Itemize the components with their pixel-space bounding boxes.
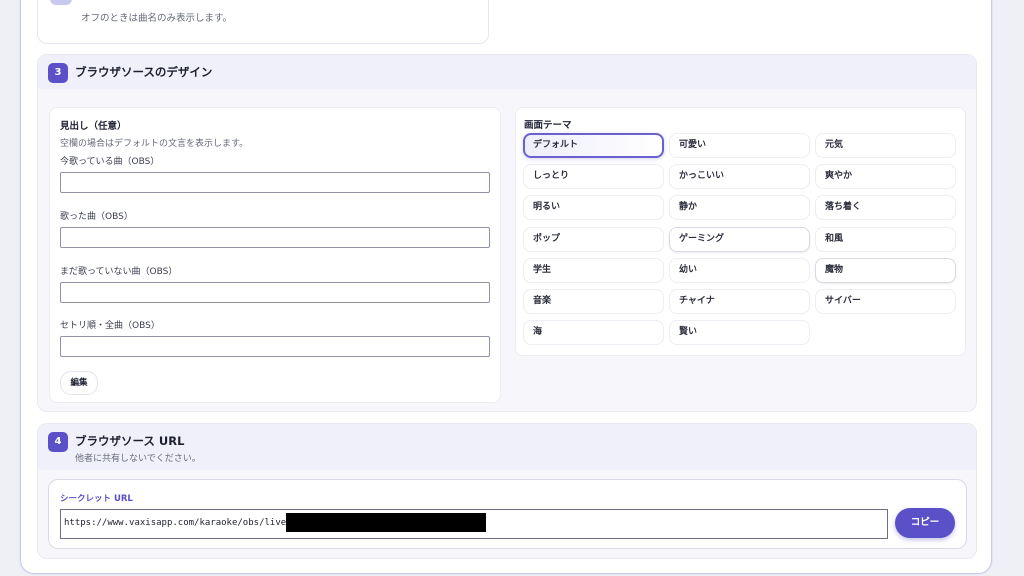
theme-option-young[interactable]: 幼い xyxy=(669,258,810,283)
field-label-sung: 歌った曲（OBS） xyxy=(60,212,133,222)
theme-option-cyber[interactable]: サイバー xyxy=(815,289,956,314)
theme-option-cute[interactable]: 可愛い xyxy=(669,133,810,158)
secret-url-text: https://www.vaxisapp.com/karaoke/obs/liv… xyxy=(64,518,292,528)
theme-option-gaming[interactable]: ゲーミング xyxy=(669,227,810,252)
theme-option-quiet[interactable]: 静か xyxy=(669,195,810,220)
not-yet-sung-input[interactable] xyxy=(60,282,490,303)
sung-input[interactable] xyxy=(60,227,490,248)
theme-option-bright[interactable]: 明るい xyxy=(523,195,664,220)
section-title: ブラウザソースのデザイン xyxy=(75,65,213,79)
section-header: 4 ブラウザソース URL 他者に共有しないでください。 xyxy=(38,424,976,470)
section-number-badge: 4 xyxy=(48,432,68,452)
headings-subtitle: 空欄の場合はデフォルトの文言を表示します。 xyxy=(60,139,249,149)
secret-url-card: シークレット URL https://www.vaxisapp.com/kara… xyxy=(48,479,967,549)
theme-title: 画面テーマ xyxy=(524,120,572,131)
field-label-now-singing: 今歌っている曲（OBS） xyxy=(60,157,160,167)
previous-setting-note: オフのときは曲名のみ表示します。 xyxy=(81,13,233,24)
setlist-all-input[interactable] xyxy=(60,336,490,357)
theme-option-relaxed[interactable]: 落ち着く xyxy=(815,195,956,220)
theme-option-sea[interactable]: 海 xyxy=(523,320,664,345)
theme-option-energetic[interactable]: 元気 xyxy=(815,133,956,158)
theme-option-monster[interactable]: 魔物 xyxy=(815,258,956,283)
section-header: 3 ブラウザソースのデザイン xyxy=(38,55,976,89)
theme-option-smart[interactable]: 賢い xyxy=(669,320,810,345)
theme-option-default[interactable]: デフォルト xyxy=(523,133,664,158)
theme-option-cool[interactable]: かっこいい xyxy=(669,164,810,189)
now-singing-input[interactable] xyxy=(60,172,490,193)
theme-card: 画面テーマ デフォルト 可愛い 元気 しっとり かっこいい 爽やか 明るい 静か… xyxy=(515,107,966,356)
theme-option-calm[interactable]: しっとり xyxy=(523,164,664,189)
secret-url-field[interactable]: https://www.vaxisapp.com/karaoke/obs/liv… xyxy=(60,509,888,539)
theme-option-japanese[interactable]: 和風 xyxy=(815,227,956,252)
section-badge-fragment xyxy=(50,0,72,5)
theme-option-pop[interactable]: ポップ xyxy=(523,227,664,252)
theme-option-music[interactable]: 音楽 xyxy=(523,289,664,314)
redacted-token xyxy=(286,513,486,532)
secret-url-label: シークレット URL xyxy=(60,494,133,504)
field-label-not-yet-sung: まだ歌っていない曲（OBS） xyxy=(60,267,178,277)
headings-card: 見出し（任意） 空欄の場合はデフォルトの文言を表示します。 今歌っている曲（OB… xyxy=(49,107,501,403)
section-browser-source-url: 4 ブラウザソース URL 他者に共有しないでください。 シークレット URL … xyxy=(37,423,977,559)
field-label-setlist-all: セトリ順・全曲（OBS） xyxy=(60,321,160,331)
copy-button[interactable]: コピー xyxy=(895,508,955,538)
theme-option-china[interactable]: チャイナ xyxy=(669,289,810,314)
headings-title: 見出し（任意） xyxy=(60,121,127,132)
previous-setting-card: オフのときは曲名のみ表示します。 xyxy=(37,0,489,44)
edit-button[interactable]: 編集 xyxy=(60,371,98,395)
theme-option-fresh[interactable]: 爽やか xyxy=(815,164,956,189)
section-browser-source-design: 3 ブラウザソースのデザイン 見出し（任意） 空欄の場合はデフォルトの文言を表示… xyxy=(37,54,977,412)
theme-option-student[interactable]: 学生 xyxy=(523,258,664,283)
section-subtitle: 他者に共有しないでください。 xyxy=(75,454,201,464)
section-title: ブラウザソース URL xyxy=(75,434,185,448)
section-number-badge: 3 xyxy=(48,63,68,83)
